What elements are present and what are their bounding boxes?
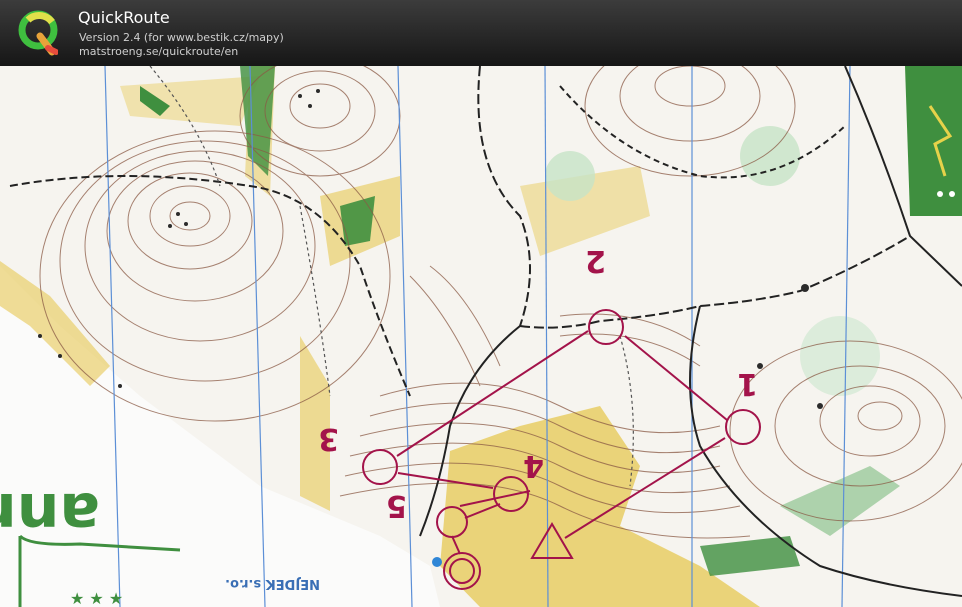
app-header: QuickRoute Version 2.4 (for www.bestik.c… — [0, 0, 962, 67]
map-maker-text: NEJDEK s.r.o. — [225, 576, 320, 591]
quickroute-logo-icon — [18, 10, 58, 56]
map-brand-text: anna — [0, 479, 100, 549]
control-1-label: 1 — [737, 366, 758, 401]
quickroute-window: QuickRoute Version 2.4 (for www.bestik.c… — [0, 0, 962, 607]
rating-stars-icon: ★ ★ ★ — [70, 589, 123, 607]
version-text: Version 2.4 (for www.bestik.cz/mapy) — [79, 31, 284, 44]
map-canvas: 1 2 3 4 5 anna NEJDEK s.r.o. ★ ★ ★ — [0, 66, 962, 607]
control-5-label: 5 — [386, 488, 407, 523]
website-link[interactable]: matstroeng.se/quickroute/en — [79, 45, 238, 58]
control-3-label: 3 — [318, 421, 339, 456]
control-4-label: 4 — [523, 448, 544, 483]
control-2-label: 2 — [585, 243, 606, 278]
orienteering-map[interactable]: 1 2 3 4 5 anna NEJDEK s.r.o. ★ ★ ★ — [0, 66, 962, 607]
app-title: QuickRoute — [78, 8, 170, 27]
water-point-icon — [432, 557, 442, 567]
